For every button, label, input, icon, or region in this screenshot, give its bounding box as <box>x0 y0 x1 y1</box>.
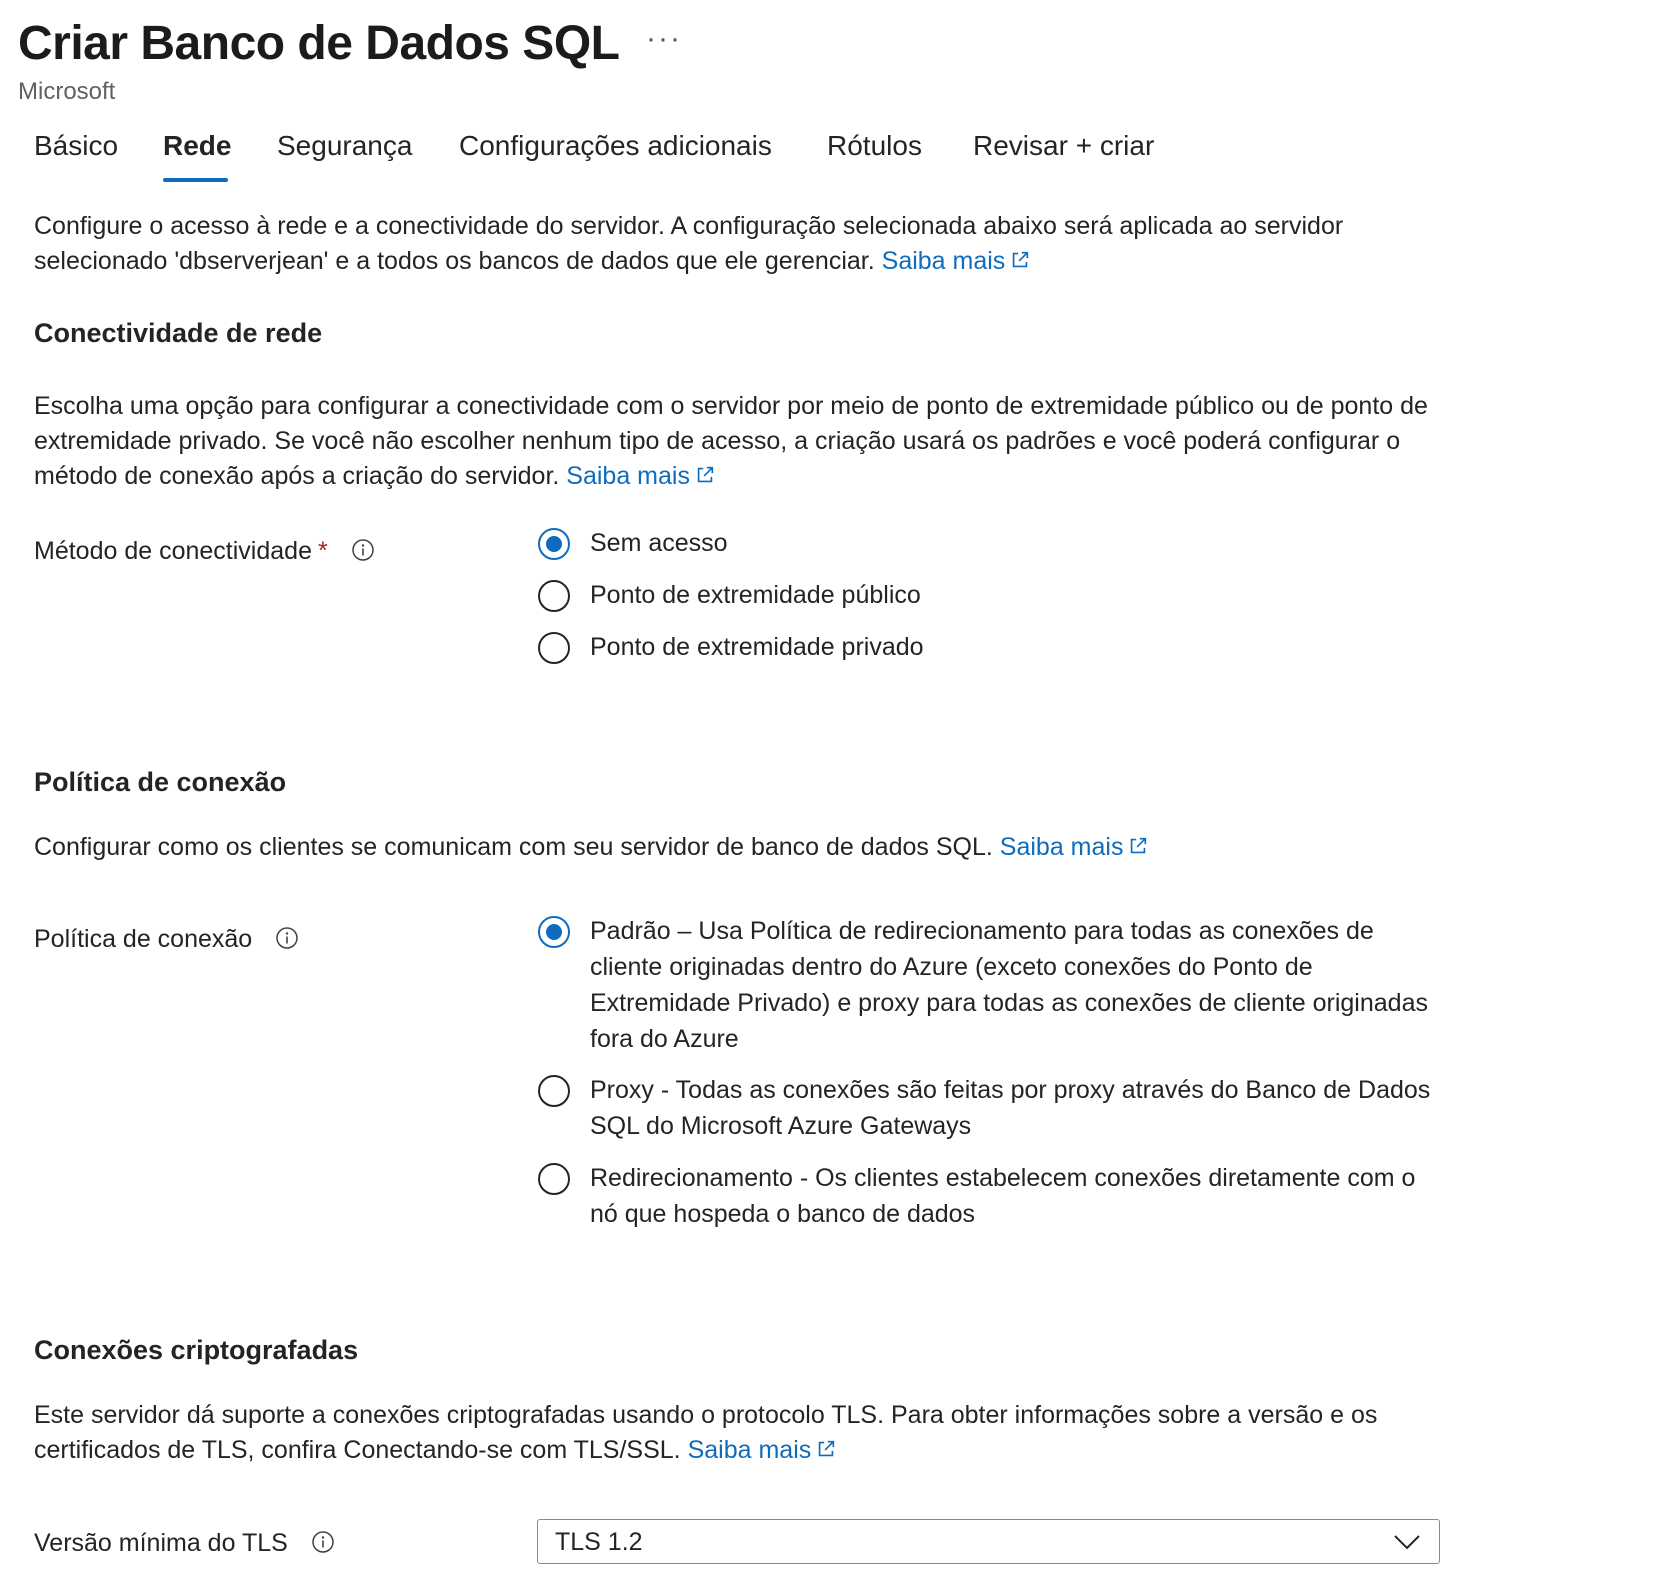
tls-learn-more-link[interactable]: Saiba mais <box>688 1436 838 1464</box>
radio-button-selected[interactable] <box>538 916 570 948</box>
connectivity-method-label: Método de conectividade * <box>34 537 375 566</box>
radio-button[interactable] <box>538 1163 570 1195</box>
radio-ponto-publico[interactable]: Ponto de extremidade público <box>538 580 921 613</box>
page-title: Criar Banco de Dados SQL <box>18 17 620 70</box>
tab-revisar-criar[interactable]: Revisar + criar <box>973 130 1154 162</box>
intro-learn-more-link[interactable]: Saiba mais <box>882 247 1032 275</box>
info-icon[interactable] <box>311 1530 335 1554</box>
network-connectivity-description: Escolha uma opção para configurar a cone… <box>34 389 1434 494</box>
tab-rede[interactable]: Rede <box>163 130 231 162</box>
radio-button[interactable] <box>538 580 570 612</box>
radio-label: Ponto de extremidade privado <box>590 633 924 661</box>
min-tls-version-label: Versão mínima do TLS <box>34 1529 335 1558</box>
info-icon[interactable] <box>275 926 299 950</box>
network-connectivity-text: Escolha uma opção para configurar a cone… <box>34 392 1428 490</box>
radio-label: Redirecionamento - Os clientes estabelec… <box>590 1164 1416 1228</box>
radio-label: Ponto de extremidade público <box>590 581 921 609</box>
external-link-icon <box>697 466 714 483</box>
external-link-icon <box>819 1440 835 1457</box>
required-asterisk: * <box>317 537 328 565</box>
info-icon[interactable] <box>351 538 375 562</box>
radio-sem-acesso[interactable]: Sem acesso <box>538 528 728 561</box>
chevron-down-icon <box>1394 1535 1420 1550</box>
more-options-button[interactable]: ··· <box>646 22 682 56</box>
radio-proxy[interactable]: Proxy - Todas as conexões são feitas por… <box>538 1075 1438 1144</box>
radio-label: Sem acesso <box>590 529 728 557</box>
connection-policy-label: Política de conexão <box>34 925 299 954</box>
connection-policy-description: Configurar como os clientes se comunicam… <box>34 830 1434 865</box>
radio-padrao[interactable]: Padrão – Usa Política de redirecionament… <box>538 916 1438 1057</box>
tab-basico[interactable]: Básico <box>34 130 118 162</box>
network-learn-more-link[interactable]: Saiba mais <box>566 462 716 490</box>
radio-button[interactable] <box>538 1075 570 1107</box>
radio-label: Padrão – Usa Política de redirecionament… <box>590 917 1428 1053</box>
radio-ponto-privado[interactable]: Ponto de extremidade privado <box>538 632 924 665</box>
tls-version-dropdown[interactable]: TLS 1.2 <box>537 1519 1440 1564</box>
connection-policy-heading: Política de conexão <box>34 767 287 797</box>
encrypted-connections-heading: Conexões criptografadas <box>34 1335 359 1365</box>
tab-seguranca[interactable]: Segurança <box>277 130 412 162</box>
external-link-icon <box>1131 837 1147 854</box>
radio-label: Proxy - Todas as conexões são feitas por… <box>590 1076 1431 1140</box>
intro-description: Configure o acesso à rede e a conectivid… <box>34 212 1344 275</box>
radio-redirecionamento[interactable]: Redirecionamento - Os clientes estabelec… <box>538 1163 1438 1232</box>
radio-button[interactable] <box>538 632 570 664</box>
tls-version-value: TLS 1.2 <box>555 1528 643 1556</box>
intro-text: Configure o acesso à rede e a conectivid… <box>34 209 1434 279</box>
external-link-icon <box>1013 251 1029 268</box>
tab-rotulos[interactable]: Rótulos <box>827 130 922 162</box>
tab-configuracoes-adicionais[interactable]: Configurações adicionais <box>459 130 772 162</box>
encrypted-connections-description: Este servidor dá suporte a conexões crip… <box>34 1398 1434 1468</box>
publisher-label: Microsoft <box>18 78 116 105</box>
connection-policy-text: Configurar como os clientes se comunicam… <box>34 833 993 861</box>
policy-learn-more-link[interactable]: Saiba mais <box>1000 833 1150 861</box>
network-connectivity-heading: Conectividade de rede <box>34 318 323 348</box>
active-tab-indicator <box>163 178 228 182</box>
radio-button-selected[interactable] <box>538 528 570 560</box>
